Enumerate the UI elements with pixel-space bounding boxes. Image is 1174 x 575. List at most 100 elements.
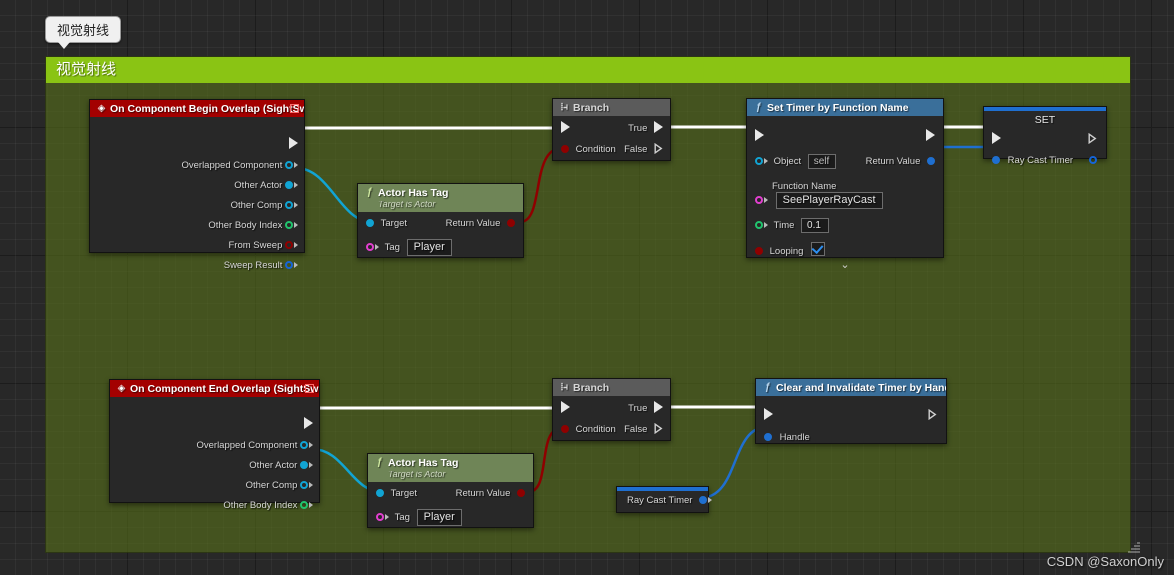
node-set-timer-by-function-name[interactable]: ƒ Set Timer by Function Name Object self … [746, 98, 944, 271]
pin-other-actor[interactable]: Other Actor [234, 178, 298, 194]
node-on-component-begin-overlap[interactable]: ◈ On Component Begin Overlap (SightSwitch… [89, 99, 305, 271]
pin-exec-in[interactable] [561, 401, 570, 417]
pin-return-value[interactable]: Return Value [456, 486, 525, 502]
pin-label: Condition [575, 424, 616, 435]
pin-overlapped-component[interactable]: Overlapped Component [196, 438, 313, 454]
pin-other-comp[interactable]: Other Comp [246, 478, 313, 494]
delete-pin-icon[interactable] [305, 384, 314, 393]
pin-arrow-icon [294, 162, 298, 168]
pin-tag[interactable]: Tag Player [366, 239, 452, 256]
function-name-input[interactable]: SeePlayerRayCast [775, 192, 883, 209]
getter-label-row[interactable]: Ray Cast Timer [627, 493, 713, 509]
pin-from-sweep[interactable]: From Sweep [229, 238, 298, 254]
pin-arrow-icon [764, 197, 768, 203]
pin-false[interactable]: False [624, 142, 663, 158]
pin-label: Return Value [455, 488, 511, 499]
bool-pin-icon [561, 425, 569, 433]
node-header[interactable]: ⦙⫞ Branch [553, 379, 670, 396]
bool-pin-icon [755, 247, 763, 255]
object-pin-icon [376, 489, 384, 497]
node-header[interactable]: ƒ Set Timer by Function Name [747, 99, 943, 116]
pin-condition[interactable]: Condition [561, 422, 616, 438]
pin-true[interactable]: True [628, 401, 663, 417]
function-icon: ƒ [755, 102, 762, 113]
node-header[interactable]: ◈ On Component Begin Overlap (SightSwitch… [90, 100, 304, 117]
pin-exec-out[interactable] [289, 137, 298, 153]
tag-value-input[interactable]: Player [416, 509, 462, 526]
comment-name-bubble[interactable]: 视觉射线 [45, 16, 122, 49]
chevron-down-icon[interactable]: ⌄ [840, 260, 849, 271]
pin-function-name[interactable]: SeePlayerRayCast [755, 192, 883, 209]
node-on-component-end-overlap[interactable]: ◈On Component End Overlap (SightSwitch) … [109, 379, 320, 511]
node-header[interactable]: ƒ Actor Has Tag Target is Actor [368, 454, 533, 482]
node-header[interactable]: ƒ Clear and Invalidate Timer by Handle [756, 379, 946, 396]
node-header[interactable]: ◈ On Component End Overlap (SightSwitch) [110, 380, 319, 397]
pin-target[interactable]: Target [366, 216, 407, 232]
pin-return-value[interactable]: Return Value [866, 154, 935, 170]
pin-false[interactable]: False [624, 422, 663, 438]
pin-exec-in[interactable] [992, 132, 1001, 148]
pin-exec-out[interactable] [1088, 132, 1097, 148]
pin-looping[interactable]: Looping [755, 242, 826, 258]
pin-arrow-icon [309, 462, 313, 468]
pin-other-body-index[interactable]: Other Body Index [223, 498, 313, 514]
pin-overlapped-component[interactable]: Overlapped Component [181, 158, 298, 174]
pin-time[interactable]: Time 0.1 [755, 218, 830, 234]
pin-exec-out[interactable] [304, 417, 313, 433]
node-header[interactable]: ƒ Actor Has Tag Target is Actor [358, 184, 523, 212]
pin-tag[interactable]: Tag Player [376, 509, 462, 526]
node-actor-has-tag-2[interactable]: ƒ Actor Has Tag Target is Actor Target Re… [367, 453, 534, 528]
pin-arrow-icon [294, 262, 298, 268]
pin-handle[interactable]: Handle [764, 430, 810, 446]
node-branch-2[interactable]: ⦙⫞ Branch True Condition False [552, 378, 671, 441]
pin-exec-out[interactable] [926, 129, 935, 145]
looping-checkbox[interactable] [811, 242, 826, 256]
node-title: SET [1034, 114, 1056, 126]
struct-pin-icon [764, 433, 772, 441]
pin-label: Other Comp [230, 200, 283, 211]
node-set-ray-cast-timer[interactable]: SET Ray Cast Timer [983, 106, 1107, 166]
node-actor-has-tag-1[interactable]: ƒ Actor Has Tag Target is Actor Target Re… [357, 183, 524, 258]
tag-value-input[interactable]: Player [406, 239, 452, 256]
bool-pin-icon [285, 241, 293, 249]
exec-arrow-outline-icon [654, 423, 663, 434]
pin-exec-in[interactable] [561, 121, 570, 137]
node-body: Ray Cast Timer [617, 491, 713, 512]
exec-arrow-outline-icon [928, 409, 937, 420]
delete-pin-icon[interactable] [290, 104, 299, 113]
function-icon: ƒ [764, 382, 771, 393]
object-value-input[interactable]: self [807, 154, 836, 169]
pin-target[interactable]: Target [376, 486, 417, 502]
exec-arrow-outline-icon [1088, 133, 1097, 144]
comment-box-title-bar[interactable] [46, 57, 1130, 83]
pin-other-body-index[interactable]: Other Body Index [208, 218, 298, 234]
pin-other-actor[interactable]: Other Actor [249, 458, 313, 474]
pin-arrow-icon [309, 502, 313, 508]
exec-arrow-icon [561, 121, 570, 133]
node-branch-1[interactable]: ⦙⫞ Branch True Condition False [552, 98, 671, 161]
pin-true[interactable]: True [628, 121, 663, 137]
pin-other-comp[interactable]: Other Comp [231, 198, 298, 214]
node-get-ray-cast-timer[interactable]: Ray Cast Timer [616, 486, 713, 513]
pin-ray-cast-timer-out[interactable] [1089, 153, 1097, 169]
pin-condition[interactable]: Condition [561, 142, 616, 158]
exec-arrow-outline-icon [654, 143, 663, 154]
event-diamond-icon: ◈ [97, 103, 106, 114]
int-pin-icon [285, 221, 293, 229]
pin-ray-cast-timer-in[interactable]: Ray Cast Timer [992, 153, 1073, 169]
pin-object[interactable]: Object self [755, 154, 836, 170]
exec-arrow-icon [561, 401, 570, 413]
pin-sweep-result[interactable]: Sweep Result [224, 258, 298, 274]
node-header[interactable]: ⦙⫞ Branch [553, 99, 670, 116]
pin-arrow-icon [309, 442, 313, 448]
node-title: Clear and Invalidate Timer by Handle [776, 382, 946, 394]
pin-exec-out[interactable] [928, 408, 937, 424]
pin-exec-in[interactable] [755, 129, 764, 145]
branch-icon: ⦙⫞ [560, 382, 569, 393]
blueprint-graph-canvas[interactable]: 视觉射线 视觉射线 ◈ On Component Begin Overlap (… [0, 0, 1174, 575]
function-icon: ƒ [376, 457, 383, 468]
node-clear-and-invalidate-timer-by-handle[interactable]: ƒ Clear and Invalidate Timer by Handle Ha… [755, 378, 947, 444]
time-value-input[interactable]: 0.1 [801, 218, 830, 233]
pin-return-value[interactable]: Return Value [446, 216, 515, 232]
pin-exec-in[interactable] [764, 408, 773, 424]
